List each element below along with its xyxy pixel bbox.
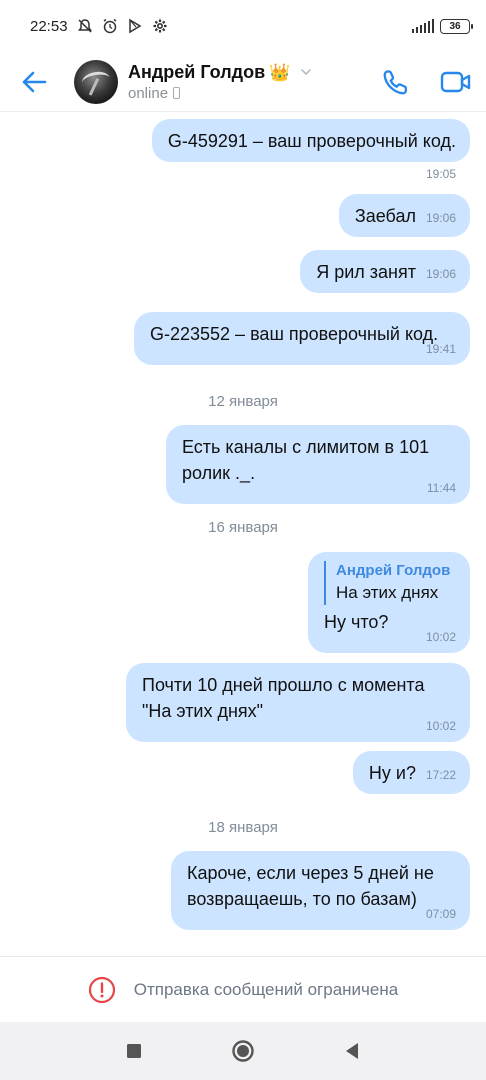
- navigation-bar: [0, 1022, 486, 1080]
- call-button[interactable]: [380, 66, 412, 98]
- crown-icon: 👑: [269, 62, 291, 82]
- message-time: 19:06: [425, 267, 456, 281]
- message-text: G-223552 – ваш проверочный код.: [150, 324, 439, 344]
- message-list[interactable]: G-459291 – ваш проверочный код. 19:05 За…: [0, 113, 486, 955]
- back-arrow-icon: [22, 71, 47, 92]
- date-separator: 18 января: [208, 819, 278, 836]
- recents-button[interactable]: [119, 1036, 149, 1066]
- video-call-button[interactable]: [440, 66, 472, 98]
- message-bubble[interactable]: Андрей Голдов На этих днях Ну что? 10:02: [308, 552, 470, 653]
- message-bubble[interactable]: Есть каналы с лимитом в 101 ролик ._. 11…: [166, 425, 470, 504]
- message-text: Кароче, если через 5 дней не возвращаешь…: [187, 863, 434, 909]
- avatar[interactable]: [74, 59, 118, 104]
- message-bubble[interactable]: Ну и? 17:22: [352, 751, 470, 794]
- mobile-device-icon: [173, 87, 181, 99]
- triangle-back-icon: [345, 1043, 358, 1059]
- status-bar: 22:53 36: [0, 0, 486, 52]
- video-camera-icon: [440, 71, 471, 92]
- message-text: Заебал: [354, 206, 416, 226]
- phone-icon: [383, 69, 408, 94]
- back-button[interactable]: [14, 62, 54, 102]
- circle-icon: [232, 1040, 254, 1062]
- warning-icon: [88, 976, 115, 1003]
- chat-header: Андрей Голдов 👑 online: [0, 52, 486, 112]
- muted-bell-icon: [77, 19, 92, 33]
- message-bubble[interactable]: G-223552 – ваш проверочный код. 19:41: [134, 312, 470, 365]
- message-time: 19:06: [425, 211, 456, 225]
- message-text: Почти 10 дней прошло с момента "На этих …: [142, 675, 425, 721]
- reply-quote[interactable]: Андрей Голдов На этих днях: [324, 561, 456, 605]
- reply-author: Андрей Голдов: [336, 562, 451, 579]
- chevron-down-icon: [301, 69, 312, 76]
- message-bubble[interactable]: Заебал 19:06: [338, 194, 470, 237]
- message-bubble[interactable]: G-459291 – ваш проверочный код.: [151, 119, 470, 162]
- message-bubble[interactable]: Я рил занят 19:06: [300, 250, 470, 293]
- message-text: Я рил занят: [316, 262, 416, 282]
- restricted-notice: Отправка сообщений ограничена: [0, 956, 486, 1022]
- message-text: Есть каналы с лимитом в 101 ролик ._.: [182, 437, 430, 483]
- reply-text: На этих днях: [336, 583, 439, 602]
- contact-status: online: [128, 84, 169, 102]
- battery-level: 36: [449, 20, 461, 32]
- date-separator: 12 января: [208, 393, 278, 410]
- alarm-icon: [103, 18, 116, 34]
- gear-icon: [153, 19, 167, 33]
- message-text: Ну что?: [324, 612, 389, 632]
- message-bubble[interactable]: Кароче, если через 5 дней не возвращаешь…: [171, 851, 470, 930]
- message-time: 17:22: [425, 768, 456, 782]
- message-time: 19:05: [425, 167, 456, 181]
- battery-icon: 36: [440, 18, 473, 34]
- restricted-text: Отправка сообщений ограничена: [133, 979, 399, 999]
- home-button[interactable]: [228, 1036, 258, 1066]
- back-nav-button[interactable]: [337, 1036, 367, 1066]
- message-text: G-459291 – ваш проверочный код.: [167, 131, 456, 151]
- message-bubble[interactable]: Почти 10 дней прошло с момента "На этих …: [126, 663, 470, 742]
- message-text: Ну и?: [368, 763, 416, 783]
- signal-icon: [411, 19, 434, 33]
- status-time: 22:53: [30, 17, 68, 35]
- square-icon: [127, 1044, 142, 1058]
- date-separator: 16 января: [208, 519, 278, 536]
- play-store-icon: [128, 18, 142, 34]
- contact-info[interactable]: Андрей Голдов 👑 online: [128, 62, 312, 102]
- contact-name: Андрей Голдов: [128, 61, 266, 82]
